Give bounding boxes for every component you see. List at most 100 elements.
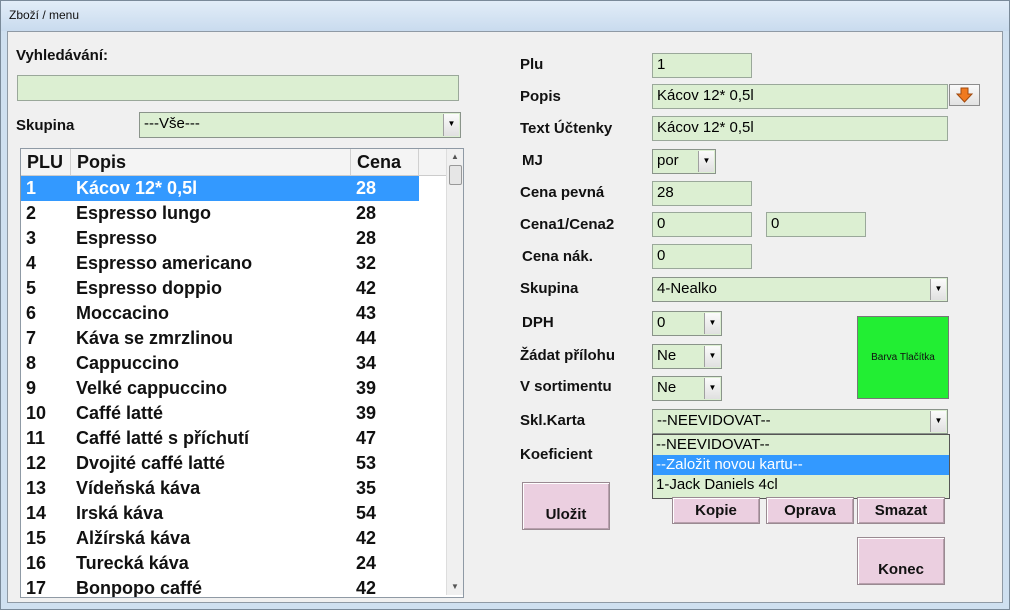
button-color-swatch[interactable]: Barva Tlačítka <box>857 316 949 399</box>
cell-plu: 17 <box>26 578 47 598</box>
v-sortimentu-select[interactable]: Ne ▼ <box>652 376 722 401</box>
column-header-plu[interactable]: PLU <box>21 149 71 175</box>
column-header-popis[interactable]: Popis <box>71 149 351 175</box>
table-row[interactable]: 16 Turecká káva 24 <box>21 551 446 576</box>
cell-cena: 39 <box>356 403 377 423</box>
cell-popis: Espresso americano <box>76 253 253 273</box>
koeficient-label: Koeficient <box>520 446 593 463</box>
ulozit-button[interactable]: Uložit <box>522 482 610 530</box>
table-row[interactable]: 3 Espresso 28 <box>21 226 446 251</box>
dph-select[interactable]: 0 ▼ <box>652 311 722 336</box>
cena2-field[interactable]: 0 <box>766 212 866 237</box>
cell-plu: 8 <box>26 353 37 373</box>
table-row[interactable]: 17 Bonpopo caffé 42 <box>21 576 446 598</box>
cell-plu: 2 <box>26 203 37 223</box>
table-row[interactable]: 6 Moccacino 43 <box>21 301 446 326</box>
cell-popis: Espresso lungo <box>76 203 212 223</box>
mj-label: MJ <box>522 152 543 169</box>
chevron-down-icon[interactable]: ▼ <box>930 411 946 432</box>
group-filter-label: Skupina <box>16 117 75 134</box>
group-filter-value: ---Vše--- <box>144 115 200 132</box>
v-sortimentu-value: Ne <box>657 379 677 396</box>
column-header-spacer <box>419 149 446 175</box>
v-sortimentu-label: V sortimentu <box>520 378 612 395</box>
cell-plu: 10 <box>26 403 47 423</box>
table-row[interactable]: 12 Dvojité caffé latté 53 <box>21 451 446 476</box>
table-row[interactable]: 14 Irská káva 54 <box>21 501 446 526</box>
dph-label: DPH <box>522 314 554 331</box>
table-row[interactable]: 8 Cappuccino 34 <box>21 351 446 376</box>
cena-nak-field[interactable]: 0 <box>652 244 752 269</box>
cell-plu: 7 <box>26 328 37 348</box>
cell-popis: Alžírská káva <box>76 528 191 548</box>
cell-cena: 44 <box>356 328 377 348</box>
cell-cena: 24 <box>356 553 377 573</box>
cena12-label: Cena1/Cena2 <box>520 216 615 233</box>
dropdown-option[interactable]: 1-Jack Daniels 4cl <box>653 475 949 495</box>
cell-popis: Irská káva <box>76 503 164 523</box>
mj-select[interactable]: por ▼ <box>652 149 716 174</box>
table-row[interactable]: 7 Káva se zmrzlinou 44 <box>21 326 446 351</box>
table-row[interactable]: 2 Espresso lungo 28 <box>21 201 446 226</box>
table-scrollbar[interactable]: ▲ ▼ <box>446 149 463 595</box>
scroll-down-icon[interactable]: ▼ <box>447 579 463 595</box>
skupina-value: 4-Nealko <box>657 280 718 297</box>
column-header-cena[interactable]: Cena <box>351 149 419 175</box>
cell-cena: 54 <box>356 503 377 523</box>
cell-plu: 15 <box>26 528 47 548</box>
kopie-button[interactable]: Kopie <box>672 497 760 524</box>
konec-button[interactable]: Konec <box>857 537 945 585</box>
text-uctenky-field[interactable]: Kácov 12* 0,5l <box>652 116 948 141</box>
cell-plu: 12 <box>26 453 47 473</box>
chevron-down-icon[interactable]: ▼ <box>704 313 720 334</box>
skl-karta-select[interactable]: --NEEVIDOVAT-- ▼ <box>652 409 948 434</box>
zadat-prilohu-select[interactable]: Ne ▼ <box>652 344 722 369</box>
chevron-down-icon[interactable]: ▼ <box>930 279 946 300</box>
table-row[interactable]: 4 Espresso americano 32 <box>21 251 446 276</box>
popis-field[interactable]: Kácov 12* 0,5l <box>652 84 948 109</box>
cell-plu: 6 <box>26 303 37 323</box>
table-row[interactable]: 10 Caffé latté 39 <box>21 401 446 426</box>
smazat-button[interactable]: Smazat <box>857 497 945 524</box>
chevron-down-icon[interactable]: ▼ <box>443 114 459 136</box>
scroll-thumb[interactable] <box>449 165 462 185</box>
cena1-field[interactable]: 0 <box>652 212 752 237</box>
cell-popis: Velké cappuccino <box>76 378 228 398</box>
cena-pevna-field[interactable]: 28 <box>652 181 752 206</box>
table-row[interactable]: 5 Espresso doppio 42 <box>21 276 446 301</box>
chevron-down-icon[interactable]: ▼ <box>704 346 720 367</box>
skupina-select[interactable]: 4-Nealko ▼ <box>652 277 948 302</box>
oprava-button[interactable]: Oprava <box>766 497 854 524</box>
zadat-prilohu-value: Ne <box>657 347 677 364</box>
search-input[interactable] <box>17 75 459 101</box>
cena-nak-label: Cena nák. <box>522 248 593 265</box>
cell-cena: 42 <box>356 578 377 598</box>
zadat-prilohu-label: Žádat přílohu <box>520 347 615 364</box>
table-row[interactable]: 1 Kácov 12* 0,5l 28 <box>21 176 419 201</box>
group-filter-select[interactable]: ---Vše--- ▼ <box>139 112 461 138</box>
table-row[interactable]: 15 Alžírská káva 42 <box>21 526 446 551</box>
cell-popis: Vídeňská káva <box>76 478 201 498</box>
cell-popis: Caffé latté s příchutí <box>76 428 250 448</box>
search-label: Vyhledávání: <box>16 47 108 64</box>
client-area: Vyhledávání: Skupina ---Vše--- ▼ PLU Pop… <box>7 31 1003 603</box>
cell-cena: 32 <box>356 253 377 273</box>
plu-field[interactable]: 1 <box>652 53 752 78</box>
cell-plu: 5 <box>26 278 37 298</box>
scroll-up-icon[interactable]: ▲ <box>447 149 463 165</box>
cell-popis: Espresso <box>76 228 158 248</box>
cell-cena: 42 <box>356 278 377 298</box>
chevron-down-icon[interactable]: ▼ <box>698 151 714 172</box>
skupina-label: Skupina <box>520 280 579 297</box>
dropdown-option[interactable]: --Založit novou kartu-- <box>653 455 949 475</box>
chevron-down-icon[interactable]: ▼ <box>704 378 720 399</box>
cell-plu: 14 <box>26 503 47 523</box>
popis-action-button[interactable] <box>949 84 980 106</box>
table-row[interactable]: 13 Vídeňská káva 35 <box>21 476 446 501</box>
table-row[interactable]: 11 Caffé latté s příchutí 47 <box>21 426 446 451</box>
arrow-down-icon <box>955 87 974 103</box>
dropdown-option[interactable]: --NEEVIDOVAT-- <box>653 435 949 455</box>
skl-karta-value: --NEEVIDOVAT-- <box>657 412 771 429</box>
table-row[interactable]: 9 Velké cappuccino 39 <box>21 376 446 401</box>
popis-label: Popis <box>520 88 561 105</box>
